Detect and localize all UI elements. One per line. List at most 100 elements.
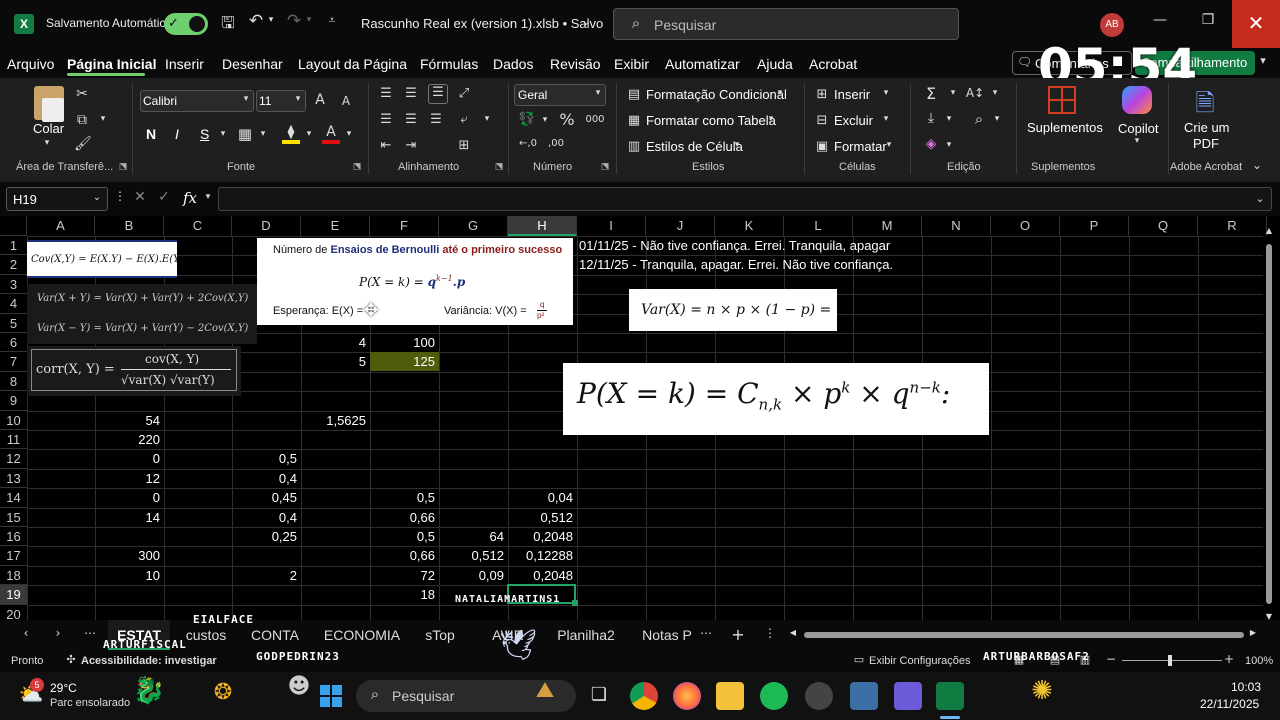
clock-date[interactable]: 22/11/2025 bbox=[1200, 697, 1259, 711]
save-icon[interactable]: 🖫 bbox=[218, 12, 238, 39]
font-launcher-icon[interactable]: ⬔ bbox=[352, 162, 362, 172]
decrease-indent-icon[interactable]: ⇤ bbox=[378, 138, 394, 153]
tab-exibir[interactable]: Exibir bbox=[614, 56, 649, 72]
display-settings-icon[interactable]: ▭ bbox=[852, 653, 866, 666]
wrap-text-icon[interactable]: ⤶ bbox=[456, 112, 472, 127]
number-format-select[interactable]: Geral ▾ bbox=[514, 84, 606, 106]
delete-cells-icon[interactable]: ⊟ bbox=[814, 113, 830, 128]
copilot-button[interactable]: Copilot bbox=[1118, 121, 1158, 136]
zoom-out-icon[interactable]: − bbox=[1105, 652, 1117, 666]
copilot-icon[interactable] bbox=[1122, 86, 1152, 114]
align-top-icon[interactable]: ☰ bbox=[378, 86, 394, 101]
tab-ajuda[interactable]: Ajuda bbox=[757, 56, 793, 72]
cell-styles-icon[interactable]: ▥ bbox=[626, 139, 642, 154]
more-options-icon[interactable]: ⋮ bbox=[114, 189, 126, 203]
more-tabs-icon[interactable]: ⋯ bbox=[698, 626, 714, 640]
create-pdf-line2[interactable]: PDF bbox=[1193, 136, 1219, 151]
zoom-in-icon[interactable]: + bbox=[1223, 652, 1235, 666]
accessibility-icon[interactable]: ✣ bbox=[64, 653, 78, 666]
title-search-box[interactable]: ⌕ Pesquisar bbox=[613, 8, 959, 40]
cell-b15[interactable]: 14 bbox=[95, 508, 164, 527]
alignment-launcher-icon[interactable]: ⬔ bbox=[494, 162, 504, 172]
cancel-formula-icon[interactable]: ✕ bbox=[132, 189, 148, 205]
column-header-c[interactable]: C bbox=[164, 216, 232, 236]
tabs-options-icon[interactable]: ⋮ bbox=[764, 626, 776, 640]
sheet-tab-notas[interactable]: Notas P bbox=[636, 620, 698, 650]
display-settings[interactable]: Exibir Configurações bbox=[869, 655, 971, 667]
column-header-o[interactable]: O bbox=[991, 216, 1060, 236]
customize-toolbar-icon[interactable]: ⩡ bbox=[324, 13, 340, 28]
vertical-scrollbar[interactable]: ▲ ▼ bbox=[1263, 226, 1275, 620]
horizontal-scrollbar[interactable] bbox=[804, 632, 1244, 638]
copy-icon[interactable]: ⧉ bbox=[74, 112, 90, 128]
spotify-icon[interactable] bbox=[760, 682, 788, 710]
row-header-14[interactable]: 14 bbox=[0, 488, 27, 508]
row-header-12[interactable]: 12 bbox=[0, 449, 27, 469]
sort-filter-icon[interactable]: A↕ bbox=[964, 86, 986, 100]
file-explorer-icon[interactable] bbox=[716, 682, 744, 710]
column-header-r[interactable]: R bbox=[1198, 216, 1267, 236]
sheet-tab-planilha2[interactable]: Planilha2 bbox=[548, 620, 624, 650]
app3-icon[interactable] bbox=[894, 682, 922, 710]
undo-icon[interactable]: ↶ bbox=[246, 11, 266, 31]
scroll-thumb[interactable] bbox=[1266, 244, 1272, 604]
cell-f6[interactable]: 100 bbox=[370, 333, 439, 352]
cell-e7[interactable]: 5 bbox=[301, 352, 370, 371]
format-cells-button[interactable]: Formatar bbox=[834, 139, 887, 154]
add-sheet-icon[interactable]: + bbox=[730, 625, 746, 644]
cell-d18[interactable]: 2 bbox=[232, 566, 301, 585]
binomial-probability-image[interactable]: P(X = k) = Cn,k × pk × qn−k: bbox=[563, 363, 989, 435]
underline-button[interactable]: S bbox=[200, 126, 209, 142]
cell-styles-button[interactable]: Estilos de Célula bbox=[646, 139, 743, 154]
create-pdf-line1[interactable]: Crie um bbox=[1184, 120, 1230, 135]
scroll-left-icon[interactable]: ◀ bbox=[788, 628, 798, 637]
chevron-down-icon[interactable]: ▾ bbox=[732, 140, 742, 150]
task-view-icon[interactable]: ❏ bbox=[588, 684, 610, 705]
name-box[interactable]: H19 ⌄ bbox=[6, 187, 108, 211]
row-header-7[interactable]: 7 bbox=[0, 352, 27, 372]
format-as-table-button[interactable]: Formatar como Tabela bbox=[646, 113, 776, 128]
cell-b12[interactable]: 0 bbox=[95, 449, 164, 468]
column-header-e[interactable]: E bbox=[301, 216, 370, 236]
tab-pagina-inicial[interactable]: Página Inicial bbox=[67, 56, 156, 72]
align-middle-icon[interactable]: ☰ bbox=[403, 86, 419, 101]
clear-icon[interactable]: ◈ bbox=[922, 136, 940, 152]
column-header-l[interactable]: L bbox=[784, 216, 853, 236]
chevron-down-icon[interactable]: ▾ bbox=[881, 114, 891, 124]
firefox-icon[interactable] bbox=[673, 682, 701, 710]
cell-d14[interactable]: 0,45 bbox=[232, 488, 301, 507]
more-sheets-icon[interactable]: ⋯ bbox=[82, 626, 98, 640]
align-center-icon[interactable]: ☰ bbox=[403, 112, 419, 127]
delete-cells-button[interactable]: Excluir bbox=[834, 113, 873, 128]
cell-e6[interactable]: 4 bbox=[301, 333, 370, 352]
var-diff-formula-image[interactable]: Var(X − Y) = Var(X) + Var(Y) − 2Cov(X,Y) bbox=[27, 314, 257, 344]
clear-dropdown-icon[interactable]: ▾ bbox=[944, 140, 954, 150]
merge-cells-icon[interactable]: ⊞ bbox=[456, 138, 472, 153]
addins-button[interactable]: Suplementos bbox=[1027, 120, 1103, 135]
paste-dropdown-icon[interactable]: ▾ bbox=[42, 138, 52, 148]
tab-inserir[interactable]: Inserir bbox=[165, 56, 204, 72]
align-left-icon[interactable]: ☰ bbox=[378, 112, 394, 127]
cell-d16[interactable]: 0,25 bbox=[232, 527, 301, 546]
cell-h18[interactable]: 0,2048 bbox=[508, 566, 577, 585]
clock-time[interactable]: 10:03 bbox=[1231, 680, 1261, 694]
cell-f17[interactable]: 0,66 bbox=[370, 546, 439, 565]
row-header-17[interactable]: 17 bbox=[0, 546, 27, 566]
decrease-decimal-icon[interactable]: ,00 bbox=[546, 138, 566, 149]
scroll-down-icon[interactable]: ▼ bbox=[1263, 612, 1275, 620]
find-icon[interactable]: ⌕ bbox=[970, 110, 988, 128]
restore-icon[interactable]: ❐ bbox=[1198, 12, 1218, 28]
chevron-down-icon[interactable]: ▾ bbox=[766, 114, 776, 124]
chevron-down-icon[interactable]: ▾ bbox=[881, 88, 891, 98]
variance-binomial-image[interactable]: Var(X) = n × p × (1 − p) = bbox=[629, 289, 837, 331]
insert-cells-icon[interactable]: ⊞ bbox=[814, 87, 830, 102]
cell-e10[interactable]: 1,5625 bbox=[301, 411, 370, 430]
accessibility-status[interactable]: Acessibilidade: investigar bbox=[81, 655, 217, 667]
collapse-ribbon-icon[interactable]: ⌄ bbox=[1250, 158, 1264, 172]
cell-f15[interactable]: 0,66 bbox=[370, 508, 439, 527]
align-bottom-icon[interactable]: ☰ bbox=[428, 84, 448, 104]
cell-d15[interactable]: 0,4 bbox=[232, 508, 301, 527]
cell-i2[interactable]: 12/11/25 - Tranquila, apagar. Errei. Não… bbox=[579, 255, 897, 274]
font-color-dropdown-icon[interactable]: ▾ bbox=[344, 129, 354, 139]
excel-taskbar-icon[interactable] bbox=[936, 682, 964, 710]
